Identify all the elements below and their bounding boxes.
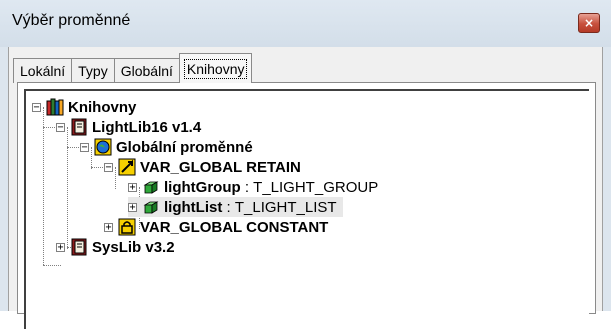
variable-name: lightGroup xyxy=(164,178,241,196)
tab-label: Globální xyxy=(120,63,173,79)
library-tree[interactable]: − Knihovny − LightLib16 v1.4 − Globální … xyxy=(24,89,589,329)
node-label: Globální proměnné xyxy=(116,138,253,156)
close-button[interactable]: × xyxy=(578,13,600,33)
tree-node-lightlib[interactable]: − LightLib16 v1.4 xyxy=(56,117,201,137)
collapse-toggle[interactable]: − xyxy=(32,102,41,112)
type-separator: : xyxy=(222,198,235,216)
expand-toggle[interactable]: + xyxy=(128,182,137,192)
tree-node-knihovny[interactable]: − Knihovny xyxy=(32,97,136,117)
expand-toggle[interactable]: + xyxy=(56,242,65,252)
tree-connector xyxy=(67,147,68,249)
variable-icon xyxy=(142,178,160,196)
node-label: Knihovny xyxy=(68,98,137,116)
retain-icon xyxy=(118,158,136,176)
collapse-toggle[interactable]: − xyxy=(104,162,113,172)
books-icon xyxy=(46,98,64,116)
type-separator: : xyxy=(240,178,254,196)
globe-icon xyxy=(94,138,112,156)
tab-label: Knihovny xyxy=(183,58,248,79)
node-label: SysLib v3.2 xyxy=(92,238,175,256)
tree-connector xyxy=(43,265,61,266)
window-title: Výběr proměnné xyxy=(12,12,131,29)
lock-icon xyxy=(118,218,136,236)
close-icon: × xyxy=(583,16,595,30)
collapse-toggle[interactable]: − xyxy=(56,122,65,132)
title-bar[interactable]: Výběr proměnné × xyxy=(0,0,611,47)
tree-connector xyxy=(43,107,44,265)
tree-node-global-variables[interactable]: − Globální proměnné xyxy=(80,137,253,157)
tree-node-var-global-retain[interactable]: − VAR_GLOBAL RETAIN xyxy=(104,157,301,177)
tab-label: Typy xyxy=(78,63,108,79)
tab-globalni[interactable]: Globální xyxy=(113,58,180,83)
variable-name: lightList xyxy=(164,198,223,216)
tree-node-lightgroup[interactable]: + lightGroup : T_LIGHT_GROUP xyxy=(128,177,378,197)
tab-label: Lokální xyxy=(20,63,66,79)
dialog-client-area: Lokální Typy Globální Knihovny − Knihovn… xyxy=(8,47,603,329)
tree-node-var-global-constant[interactable]: + VAR_GLOBAL CONSTANT xyxy=(104,217,328,237)
dialog-window: Výběr proměnné × Lokální Typy Globální K… xyxy=(0,0,611,329)
tab-panel: − Knihovny − LightLib16 v1.4 − Globální … xyxy=(17,82,596,329)
book-icon xyxy=(70,118,88,136)
tree-node-lightlist[interactable]: + lightList : T_LIGHT_LIST xyxy=(128,197,343,217)
node-label: VAR_GLOBAL CONSTANT xyxy=(140,218,329,236)
expand-toggle[interactable]: + xyxy=(128,202,137,212)
tab-strip: Lokální Typy Globální Knihovny xyxy=(13,51,253,83)
collapse-toggle[interactable]: − xyxy=(80,142,89,152)
tab-lokalni[interactable]: Lokální xyxy=(13,58,73,83)
node-label: VAR_GLOBAL RETAIN xyxy=(140,158,301,176)
tree-node-syslib[interactable]: + SysLib v3.2 xyxy=(56,237,175,257)
node-label: LightLib16 v1.4 xyxy=(92,118,202,136)
variable-type: T_LIGHT_LIST xyxy=(234,198,337,216)
tab-typy[interactable]: Typy xyxy=(71,58,115,83)
tab-knihovny[interactable]: Knihovny xyxy=(178,53,253,83)
book-icon xyxy=(70,238,88,256)
variable-type: T_LIGHT_GROUP xyxy=(253,178,379,196)
expand-toggle[interactable]: + xyxy=(104,222,113,232)
variable-icon xyxy=(142,198,160,216)
